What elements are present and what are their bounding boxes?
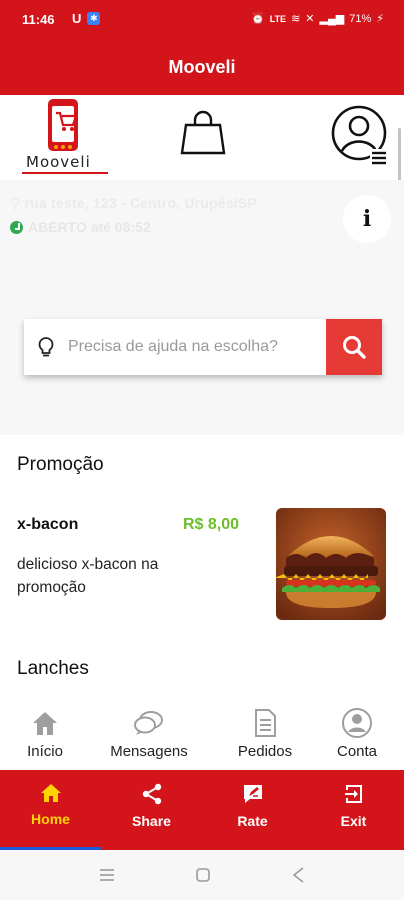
nav-exit[interactable]: Exit	[303, 770, 404, 850]
product-image[interactable]	[276, 508, 386, 620]
product-price: R$ 8,00	[183, 516, 240, 533]
tab-conta[interactable]: Conta	[312, 707, 402, 760]
product-name: x-bacon	[17, 516, 79, 533]
exit-icon	[344, 785, 362, 803]
shopping-bag-button[interactable]	[178, 107, 228, 157]
rate-icon	[243, 785, 262, 803]
share-icon	[142, 783, 161, 805]
user-menu-icon	[331, 105, 387, 165]
app-title: Mooveli	[168, 57, 236, 77]
recent-apps-icon	[100, 869, 114, 881]
back-icon	[292, 867, 304, 883]
phone-cart-logo-icon	[48, 99, 78, 151]
section-title-lanches: Lanches	[17, 658, 89, 679]
recent-apps-button[interactable]	[96, 864, 118, 886]
help-search-input[interactable]	[68, 319, 326, 375]
logo-underline	[22, 172, 108, 174]
account-menu-button[interactable]	[330, 105, 390, 165]
location-pin-icon: ⚲	[10, 195, 25, 211]
back-button[interactable]	[288, 864, 310, 886]
home-square-icon	[196, 868, 210, 882]
section-title-promo: Promoção	[17, 454, 104, 475]
store-info-panel: ⚲ rua teste, 123 - Centro, Urupês/SP ABE…	[0, 180, 404, 435]
product-description: delicioso x-bacon na promoção	[17, 556, 159, 596]
battery-level: 71%	[349, 12, 372, 25]
shopping-bag-icon	[180, 110, 226, 155]
logo-text: Mooveli	[26, 153, 91, 171]
inner-tab-bar: Início Mensagens Pedidos Conta	[0, 707, 404, 770]
data-icon: LTE	[269, 13, 287, 24]
tab-mensagens[interactable]: Mensagens	[104, 707, 194, 760]
home-icon	[40, 784, 61, 802]
signal-icon: ▂▄▆	[319, 13, 345, 25]
burger-image	[276, 508, 386, 620]
wifi-icon: ≋	[291, 13, 301, 25]
nav-home[interactable]: Home	[0, 770, 101, 850]
document-icon	[255, 709, 276, 737]
system-navigation-bar	[0, 850, 404, 900]
tab-pedidos[interactable]: Pedidos	[220, 707, 310, 760]
search-icon	[343, 336, 366, 359]
chat-icon	[134, 711, 163, 735]
bottom-navigation: Home Share Rate Exit	[0, 770, 404, 850]
search-button[interactable]	[326, 319, 382, 375]
home-icon	[33, 712, 57, 735]
alarm-icon: ⏰	[251, 13, 265, 25]
check-circle-icon	[10, 220, 23, 234]
bluetooth-icon: ✱	[87, 12, 101, 25]
lightbulb-icon	[24, 319, 68, 375]
mute-icon: ✕	[305, 13, 315, 25]
store-open-status: ABERTO até 08:52	[10, 219, 151, 235]
status-time: 11:46	[22, 12, 55, 27]
battery-icon: ⚡	[376, 13, 384, 25]
top-icon-row: Mooveli	[0, 95, 404, 180]
store-address: ⚲ rua teste, 123 - Centro, Urupês/SP	[10, 195, 257, 211]
user-icon	[342, 708, 372, 738]
notification-u-icon: U	[72, 11, 82, 26]
nav-rate[interactable]: Rate	[202, 770, 303, 850]
app-header: Mooveli	[0, 40, 404, 95]
info-button[interactable]: i	[343, 195, 391, 243]
info-icon: i	[362, 206, 372, 232]
nav-share[interactable]: Share	[101, 770, 202, 850]
status-bar: 11:46 U ✱ ⏰ LTE ≋ ✕ ▂▄▆ 71% ⚡	[0, 0, 404, 40]
home-system-button[interactable]	[192, 864, 214, 886]
tab-inicio[interactable]: Início	[0, 707, 90, 760]
help-search-box	[24, 319, 382, 375]
promo-product-card[interactable]: x-bacon R$ 8,00 delicioso x-bacon na pro…	[0, 505, 404, 625]
